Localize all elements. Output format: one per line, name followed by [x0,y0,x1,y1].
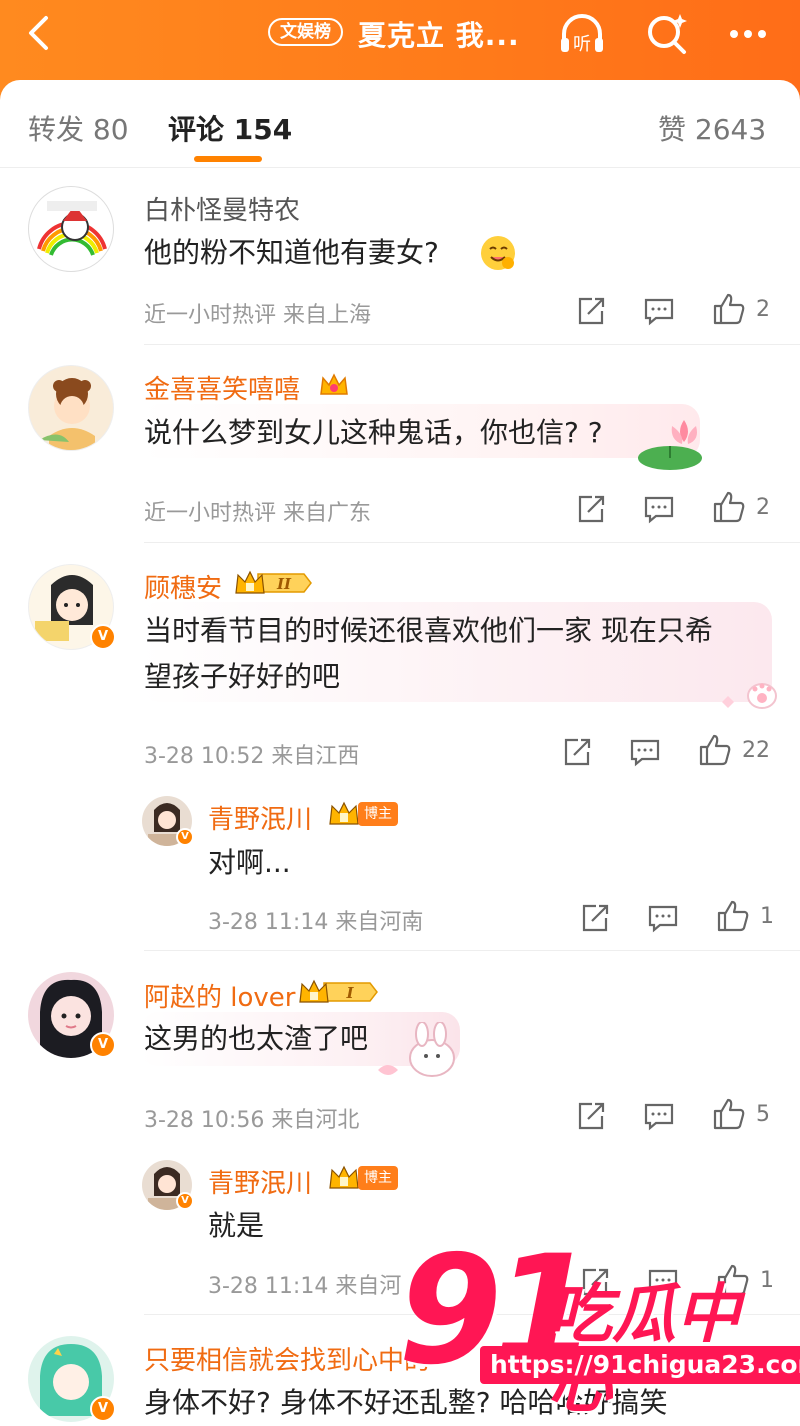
like-count: 5 [756,1102,770,1127]
category-tag[interactable]: 文娱榜 [268,18,343,46]
svg-text:I: I [345,984,354,1002]
crown-icon [320,373,348,395]
comment-text-line2: 望孩子好好的吧 [144,660,341,693]
comment-meta: 近一小时热评 来自广东 [144,501,371,526]
verified-badge: V [90,1396,116,1422]
author-badge: 博主 [358,1166,398,1190]
search-icon[interactable] [642,8,694,60]
comment-text: 说什么梦到女儿这种鬼话，你也信? ? [144,416,603,449]
verified-badge: V [90,1032,116,1058]
verified-badge: V [176,1192,194,1210]
divider [144,344,800,345]
verified-badge: V [90,624,116,650]
like-icon[interactable] [716,899,750,933]
member-level-badge: II [235,570,312,594]
comment-text: 这男的也太渣了吧 [144,1022,369,1055]
like-count: 22 [742,738,770,763]
listen-icon[interactable]: 听 [556,8,608,60]
like-count: 2 [756,297,770,322]
divider [144,950,800,951]
crown-icon [329,801,359,825]
bunny-sticker-icon [378,1022,455,1077]
member-level-badge: I [299,979,378,1003]
reply-text: 就是 [208,1209,265,1242]
repost-icon[interactable] [574,492,608,526]
reply-text: 对啊... [208,846,291,879]
comment-meta: 3-28 10:56 来自河北 [144,1108,360,1133]
comment-text-line1: 当时看节目的时候还很喜欢他们一家 现在只希 [144,614,713,647]
comment-username[interactable]: 金喜喜笑嘻嘻 [144,369,300,406]
tab-like[interactable]: 赞 2643 [658,108,766,148]
like-icon[interactable] [712,1097,746,1131]
reply-meta: 3-28 11:14 来自河南 [208,910,424,935]
more-icon[interactable] [722,8,774,60]
comment-meta: 近一小时热评 来自上海 [144,303,371,328]
comment-username[interactable]: 顾穗安 [144,568,222,605]
like-icon[interactable] [712,490,746,524]
like-icon[interactable] [698,733,732,767]
comment-text: 他的粉不知道他有妻女? [144,236,439,269]
crown-icon [329,1165,359,1189]
tab-active-indicator [194,156,262,162]
watermark-url: https://91chigua23.com [480,1346,800,1384]
verified-badge: V [176,828,194,846]
content-sheet [0,80,800,1417]
lotus-sticker-icon [638,420,702,470]
like-count: 1 [760,904,774,929]
author-badge: 博主 [358,802,398,826]
reply-icon[interactable] [642,294,676,328]
reply-meta: 3-28 11:14 来自河 [208,1274,402,1299]
comment-username[interactable]: 阿赵的 lover [144,977,295,1014]
repost-icon[interactable] [574,294,608,328]
reply-icon[interactable] [646,901,680,935]
comment-meta: 3-28 10:52 来自江西 [144,744,360,769]
reply-icon[interactable] [642,1099,676,1133]
tab-comment[interactable]: 评论 154 [168,108,292,148]
like-count: 2 [756,495,770,520]
avatar[interactable] [28,365,114,451]
repost-icon[interactable] [574,1099,608,1133]
emoji-yummy-icon [481,236,515,270]
reply-username[interactable]: 青野泯川 [208,1163,312,1200]
repost-icon[interactable] [578,901,612,935]
tab-bar: 转发 80 评论 154 赞 2643 [0,80,800,168]
tab-repost[interactable]: 转发 80 [28,108,129,148]
divider [144,542,800,543]
svg-text:II: II [276,575,292,593]
avatar[interactable] [28,186,114,272]
repost-icon[interactable] [560,735,594,769]
page-title: 夏克立 我... [358,19,520,52]
svg-text:听: 听 [573,34,591,55]
comment-username[interactable]: 白朴怪曼特农 [144,190,300,227]
comment-username[interactable]: 只要相信就会找到心中的 [144,1340,430,1377]
paw-sticker-icon [722,683,777,709]
reply-icon[interactable] [642,492,676,526]
reply-username[interactable]: 青野泯川 [208,799,312,836]
like-icon[interactable] [712,292,746,326]
back-arrow-icon[interactable] [18,10,64,56]
reply-icon[interactable] [628,735,662,769]
